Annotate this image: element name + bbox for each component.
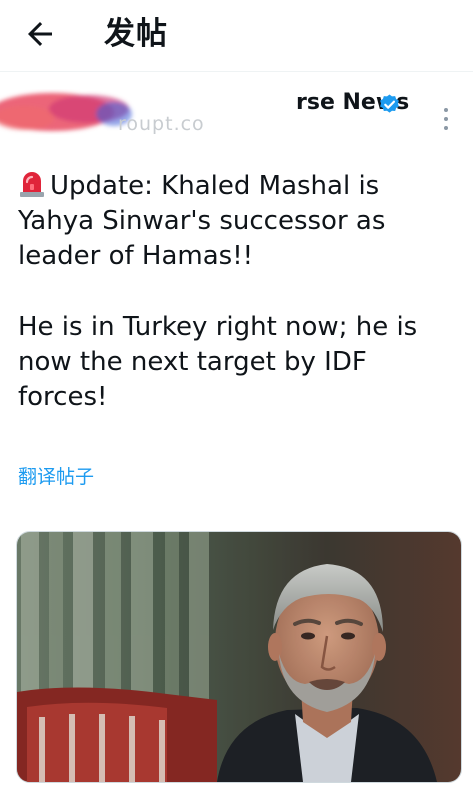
man-portrait-image: [17, 532, 461, 782]
post-author-row: roupt.co rse News: [0, 80, 473, 150]
back-arrow-icon[interactable]: [22, 16, 58, 52]
verified-badge-icon: [380, 94, 399, 113]
post-image[interactable]: [16, 531, 462, 783]
post-text-line-1: Update: Khaled Mashal is Yahya Sinwar's …: [18, 171, 386, 271]
top-bar: 发帖: [0, 0, 473, 72]
police-light-icon: [20, 172, 44, 197]
author-handle[interactable]: roupt.co: [118, 113, 205, 135]
post-paragraph-1: Update: Khaled Mashal is Yahya Sinwar's …: [18, 168, 458, 274]
page-title: 发帖: [104, 16, 168, 52]
more-options-icon[interactable]: [436, 102, 456, 136]
translate-post-link[interactable]: 翻译帖子: [18, 462, 94, 489]
header-divider: [0, 71, 473, 72]
post-body: Update: Khaled Mashal is Yahya Sinwar's …: [18, 168, 458, 415]
post-paragraph-2: He is in Turkey right now; he is now the…: [18, 312, 418, 412]
